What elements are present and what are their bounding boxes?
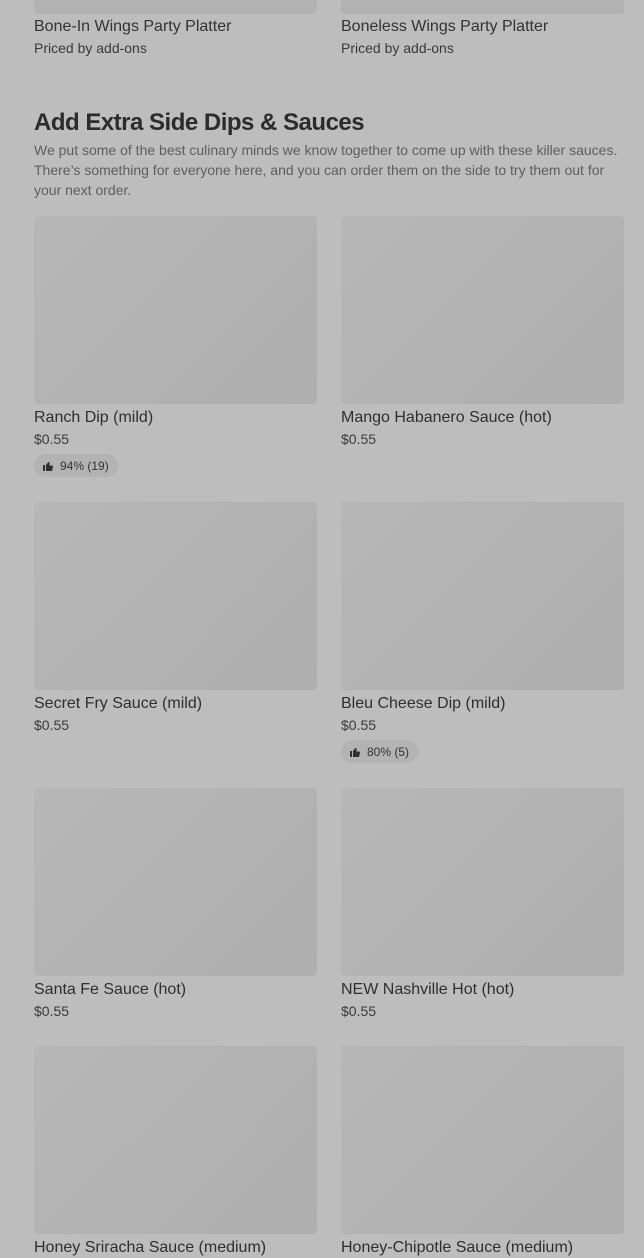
menu-item-image[interactable] [34, 0, 317, 14]
menu-item-card[interactable]: Mango Habanero Sauce (hot) $0.55 [341, 216, 624, 447]
menu-item-card[interactable]: Secret Fry Sauce (mild) $0.55 [34, 502, 317, 733]
menu-item-image[interactable] [341, 0, 624, 14]
menu-item-card[interactable]: Boneless Wings Party Platter Priced by a… [341, 0, 624, 56]
section-title: Add Extra Side Dips & Sauces [34, 109, 365, 136]
menu-item-price-note: Priced by add-ons [341, 40, 454, 56]
menu-item-price: $0.55 [34, 717, 70, 733]
menu-item-price: $0.55 [341, 431, 377, 447]
thumbs-up-icon [349, 746, 361, 758]
rating-text: 94% (19) [60, 458, 109, 473]
rating-text: 80% (5) [367, 744, 410, 759]
menu-item-name: Santa Fe Sauce (hot) [34, 981, 187, 998]
menu-item-image[interactable] [341, 502, 624, 690]
menu-item-price: $0.55 [341, 717, 377, 733]
menu-item-name: Ranch Dip (mild) [34, 409, 154, 426]
rating-badge: 80% (5) [341, 740, 419, 763]
menu-item-name: Bone-In Wings Party Platter [34, 18, 232, 35]
menu-item-name: Boneless Wings Party Platter [341, 18, 549, 35]
party-platters-row: Bone-In Wings Party Platter Priced by ad… [34, 0, 624, 56]
rating-badge: 94% (19) [34, 454, 118, 477]
menu-item-price: $0.55 [341, 1003, 377, 1019]
menu-item-image[interactable] [341, 788, 624, 976]
menu-item-image[interactable] [34, 1046, 317, 1234]
menu-item-price: $0.55 [34, 431, 70, 447]
menu-item-image[interactable] [34, 788, 317, 976]
menu-item-price: $0.55 [34, 1003, 70, 1019]
menu-item-name: NEW Nashville Hot (hot) [341, 981, 515, 998]
menu-item-image[interactable] [341, 216, 624, 404]
menu-item-name: Bleu Cheese Dip (mild) [341, 695, 506, 712]
thumbs-up-icon [42, 460, 54, 472]
menu-item-name: Honey-Chipotle Sauce (medium) [341, 1239, 574, 1256]
store-menu-page: Bone-In Wings Party Platter Priced by ad… [0, 0, 644, 1258]
menu-item-image[interactable] [34, 502, 317, 690]
menu-item-card[interactable]: Honey-Chipotle Sauce (medium) [341, 1046, 624, 1258]
menu-item-name: Secret Fry Sauce (mild) [34, 695, 203, 712]
menu-item-card[interactable]: Ranch Dip (mild) $0.55 94% (19) [34, 216, 317, 477]
menu-item-card[interactable]: Bone-In Wings Party Platter Priced by ad… [34, 0, 317, 56]
menu-item-name: Honey Sriracha Sauce (medium) [34, 1239, 267, 1256]
menu-item-name: Mango Habanero Sauce (hot) [341, 409, 552, 426]
section-description: We put some of the best culinary minds w… [34, 142, 618, 198]
menu-item-card[interactable]: NEW Nashville Hot (hot) $0.55 [341, 788, 624, 1019]
menu-item-card[interactable]: Santa Fe Sauce (hot) $0.55 [34, 788, 317, 1019]
menu-item-card[interactable]: Honey Sriracha Sauce (medium) [34, 1046, 317, 1258]
menu-item-price-note: Priced by add-ons [34, 40, 147, 56]
menu-item-image[interactable] [341, 1046, 624, 1234]
menu-item-image[interactable] [34, 216, 317, 404]
menu-item-card[interactable]: Bleu Cheese Dip (mild) $0.55 80% (5) [341, 502, 624, 763]
